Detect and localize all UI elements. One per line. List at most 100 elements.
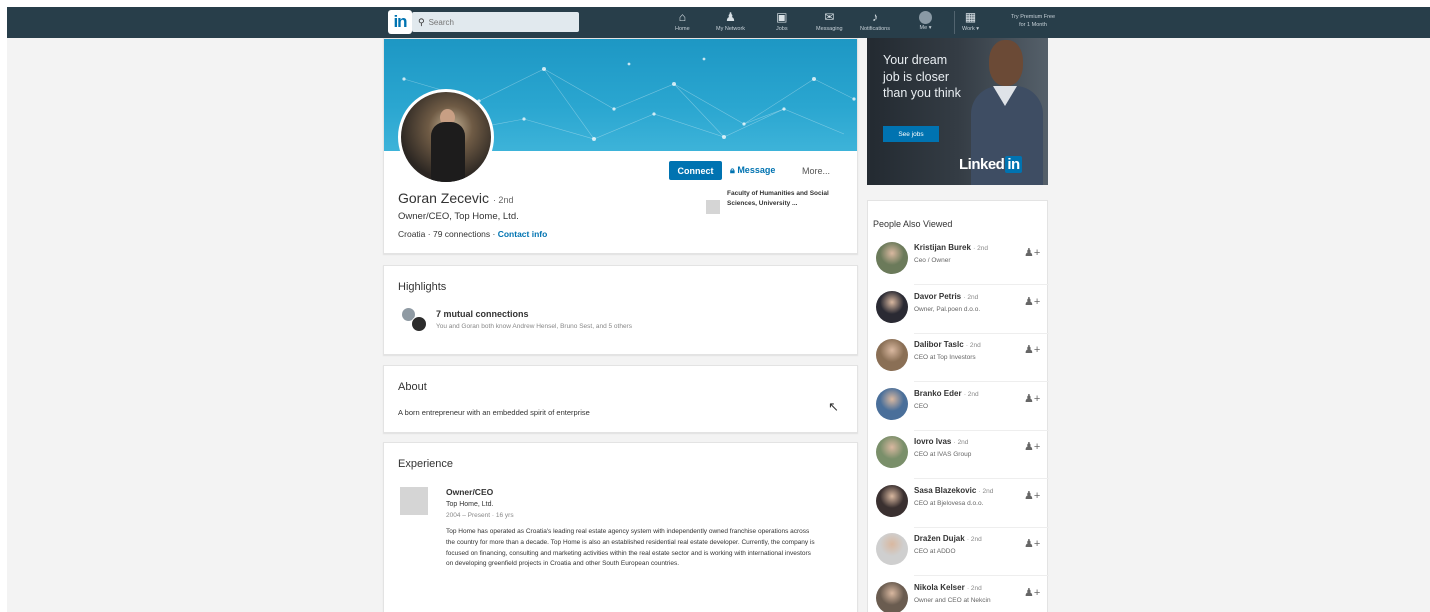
divider <box>914 478 1049 479</box>
add-connection-icon[interactable]: ♟+ <box>1024 489 1040 502</box>
person-name[interactable]: Branko Eder · 2nd <box>914 389 979 398</box>
add-connection-icon[interactable]: ♟+ <box>1024 246 1040 259</box>
profile-photo[interactable] <box>398 89 494 185</box>
message-button[interactable]: 🔒︎ Message <box>730 161 775 180</box>
about-card: About A born entrepreneur with an embedd… <box>383 365 858 433</box>
list-item[interactable]: Kristijan Burek · 2nd Ceo / Owner ♟+ <box>868 242 1049 290</box>
person-name[interactable]: Dražen Dujak · 2nd <box>914 534 982 543</box>
linkedin-ad-logo: Linked in <box>959 156 1022 173</box>
list-item[interactable]: Branko Eder · 2nd CEO ♟+ <box>868 387 1049 436</box>
profile-name: Goran Zecevic · 2nd <box>398 190 514 206</box>
nav-messaging[interactable]: ✉ Messaging <box>816 9 843 37</box>
search-box[interactable]: ⚲ <box>412 12 579 32</box>
add-connection-icon[interactable]: ♟+ <box>1024 440 1040 453</box>
more-button[interactable]: More... <box>802 161 830 180</box>
avatar[interactable] <box>876 533 908 565</box>
person-headline: CEO <box>914 402 929 410</box>
lock-icon: 🔒︎ <box>730 165 735 175</box>
list-item[interactable]: Nikola Kelser · 2nd Owner and CEO at Nekc… <box>868 581 1049 612</box>
person-headline: CEO at Bjelovesa d.o.o. <box>914 499 984 507</box>
person-name[interactable]: Nikola Kelser · 2nd <box>914 583 982 592</box>
avatar[interactable] <box>876 484 908 517</box>
mutual-connections-link[interactable]: 7 mutual connections <box>436 309 529 319</box>
avatar[interactable] <box>876 339 908 371</box>
add-connection-icon[interactable]: ♟+ <box>1024 343 1040 356</box>
divider <box>914 429 1049 431</box>
avatar[interactable] <box>876 581 908 612</box>
connections-count[interactable]: 79 connections <box>433 229 490 239</box>
avatar[interactable] <box>876 290 908 323</box>
people-also-viewed-title: People Also Viewed <box>873 219 953 229</box>
education-summary[interactable]: Faculty of Humanities and Social Science… <box>706 189 846 214</box>
linkedin-logo[interactable]: in <box>388 10 412 34</box>
divider <box>914 332 1049 334</box>
list-item[interactable]: Dalibor Taslc · 2nd CEO at Top Investors ♟… <box>868 339 1049 387</box>
experience-company[interactable]: Top Home, Ltd. <box>446 501 493 508</box>
person-headline: CEO at ADDO <box>914 548 956 555</box>
add-connection-icon[interactable]: ♟+ <box>1024 295 1040 308</box>
avatar[interactable] <box>876 436 908 468</box>
person-headline: Ceo / Owner <box>914 257 951 264</box>
add-connection-icon[interactable]: ♟+ <box>1024 392 1040 405</box>
try-premium-link[interactable]: Try Premium Free for 1 Month <box>1002 13 1064 29</box>
avatar[interactable] <box>876 242 908 274</box>
school-logo <box>706 200 720 214</box>
avatar[interactable] <box>876 387 908 420</box>
list-item[interactable]: Dražen Dujak · 2nd CEO at ADDO ♟+ <box>868 533 1049 581</box>
person-name[interactable]: Iovro Ivas · 2nd <box>914 437 968 446</box>
grid-icon: ▦ <box>964 10 977 24</box>
highlights-card: Highlights 7 mutual connections You and … <box>383 265 858 355</box>
highlights-title: Highlights <box>398 281 447 293</box>
experience-title: Experience <box>398 458 454 470</box>
divider <box>914 575 1049 576</box>
list-item[interactable]: Sasa Blazekovic · 2nd CEO at Bjelovesa d.… <box>868 484 1049 533</box>
experience-card: Experience Owner/CEO Top Home, Ltd. 2004… <box>383 442 858 612</box>
divider <box>914 284 1049 285</box>
list-item[interactable]: Iovro Ivas · 2nd CEO at IVAS Group ♟+ <box>868 436 1049 484</box>
search-input[interactable] <box>428 17 569 27</box>
people-also-viewed-card: People Also Viewed Kristijan Burek · 2nd… <box>867 200 1049 612</box>
jobs-ad-banner[interactable]: Your dream job is closer than you think … <box>867 38 1048 185</box>
search-icon: ⚲ <box>418 16 425 27</box>
bell-icon: ♪ <box>871 10 878 24</box>
nav-home[interactable]: ⌂ Home <box>675 9 690 37</box>
top-nav-bar: in ⚲ ⌂ Home ♟ My Network ▣ Jobs ✉ Messag… <box>7 7 1430 38</box>
about-text: A born entrepreneur with an embedded spi… <box>398 408 590 417</box>
nav-my-network[interactable]: ♟ My Network <box>716 9 745 37</box>
person-name[interactable]: Davor Petris · 2nd <box>914 292 978 301</box>
add-connection-icon[interactable]: ♟+ <box>1024 537 1040 550</box>
nav-work[interactable]: ▦ Work ▾ <box>962 9 979 37</box>
avatar <box>919 11 932 24</box>
connect-button[interactable]: Connect <box>669 161 722 180</box>
nav-notifications[interactable]: ♪ Notifications <box>860 9 890 37</box>
profile-meta: Croatia · 79 connections · Contact info <box>398 229 548 239</box>
degree-badge: · 2nd <box>492 195 514 205</box>
profile-headline: Owner/CEO, Top Home, Ltd. <box>398 211 519 222</box>
person-name[interactable]: Sasa Blazekovic · 2nd <box>914 486 993 495</box>
network-icon: ♟ <box>725 10 736 24</box>
person-headline: CEO at IVAS Group <box>914 451 972 458</box>
person-headline: Owner, Pal.poen d.o.o. <box>914 305 981 313</box>
nav-jobs[interactable]: ▣ Jobs <box>776 9 788 37</box>
home-icon: ⌂ <box>678 10 686 24</box>
about-title: About <box>398 381 427 393</box>
see-jobs-button[interactable]: See jobs <box>883 126 939 142</box>
mutual-connections-detail: You and Goran both know Andrew Hensel, B… <box>436 323 632 330</box>
mouse-cursor-icon: ↖ <box>828 399 839 414</box>
mutual-connections-avatars <box>400 308 430 334</box>
list-item[interactable]: Davor Petris · 2nd Owner, Pal.poen d.o.o.… <box>868 290 1049 339</box>
person-headline: Owner and CEO at Nekcin <box>914 596 991 604</box>
ad-headline: Your dream job is closer than you think <box>883 53 961 100</box>
experience-description: Top Home has operated as Croatia's leadi… <box>446 528 815 568</box>
nav-me[interactable]: Me ▾ <box>919 9 932 37</box>
company-logo[interactable] <box>400 487 428 515</box>
person-name[interactable]: Kristijan Burek · 2nd <box>914 243 988 252</box>
nav-divider <box>954 11 955 34</box>
contact-info-link[interactable]: Contact info <box>498 229 548 239</box>
person-name[interactable]: Dalibor Taslc · 2nd <box>914 340 981 349</box>
experience-dates: 2004 – Present · 16 yrs <box>446 512 514 519</box>
jobs-icon: ▣ <box>776 10 788 24</box>
add-connection-icon[interactable]: ♟+ <box>1024 586 1040 599</box>
person-headline: CEO at Top Investors <box>914 354 976 361</box>
profile-top-card: Connect 🔒︎ Message More... Goran Zecevic… <box>383 38 858 254</box>
